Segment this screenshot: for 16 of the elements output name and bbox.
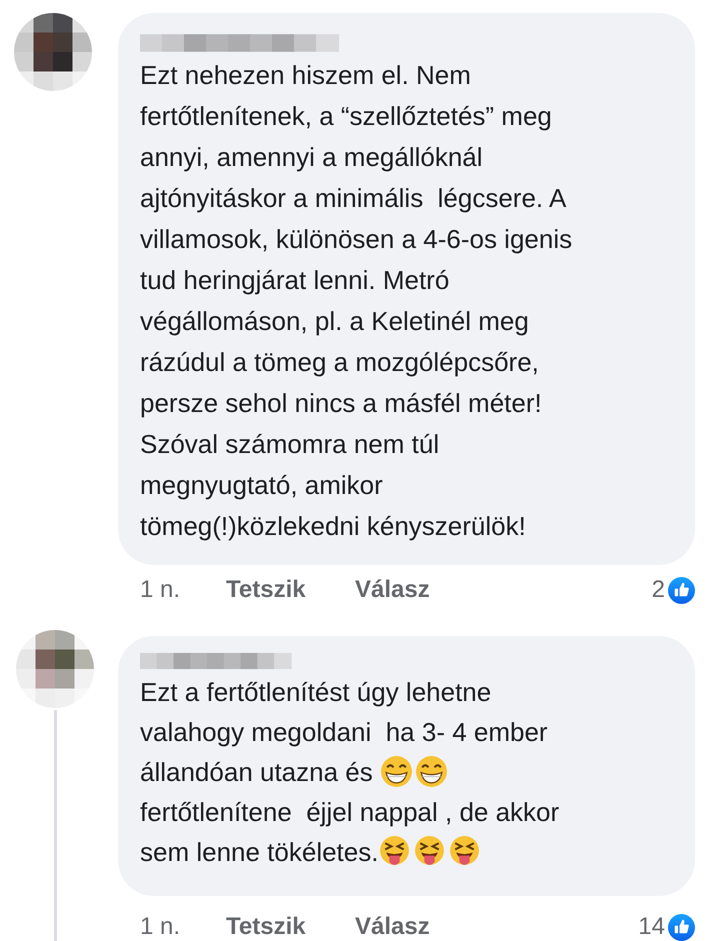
grinning-face-icon: [414, 755, 448, 788]
comment-text: Ezt a fertőtlenítést úgy lehetne valahogy megoldani ha 3- 4 ember állandóan utazna és fertőtlenítene éjjel nappal , de akkor sem lenne tökéletes.: [140, 676, 560, 870]
reply-link[interactable]: Válasz: [355, 913, 484, 941]
tongue-face-icon: [448, 835, 482, 868]
timestamp: 1 n.: [140, 576, 182, 604]
reply-link[interactable]: Válasz: [355, 576, 484, 604]
like-link[interactable]: Tetszik: [226, 576, 355, 604]
tongue-face-icon: [413, 835, 446, 868]
timestamp: 1 n.: [140, 913, 182, 941]
reaction-count: 14: [638, 913, 665, 941]
thumbs-up-icon: [668, 576, 695, 604]
comment-text: Ezt nehezen hiszem el. Nem fertőtlenítenek, a “szellőztetés” meg annyi, amennyi a megállóknál ajtónyitáskor a minimális légcsere. A villamosok, különösen a 4-6-os igenis tud heringjárat lenni. Metró végállomáson, pl. a Keletinél meg rázúdul a tömeg a mozgólépcsőre, persze sehol nincs a másfél méter! Szóval számomra nem túl megnyugtató, amikor tömeg(!)közlekedni kényszerülök!: [140, 59, 574, 543]
reaction-count: 2: [652, 576, 665, 604]
grinning-face-icon: [380, 755, 413, 788]
tongue-face-icon: [378, 835, 412, 868]
like-link[interactable]: Tetszik: [226, 913, 355, 941]
